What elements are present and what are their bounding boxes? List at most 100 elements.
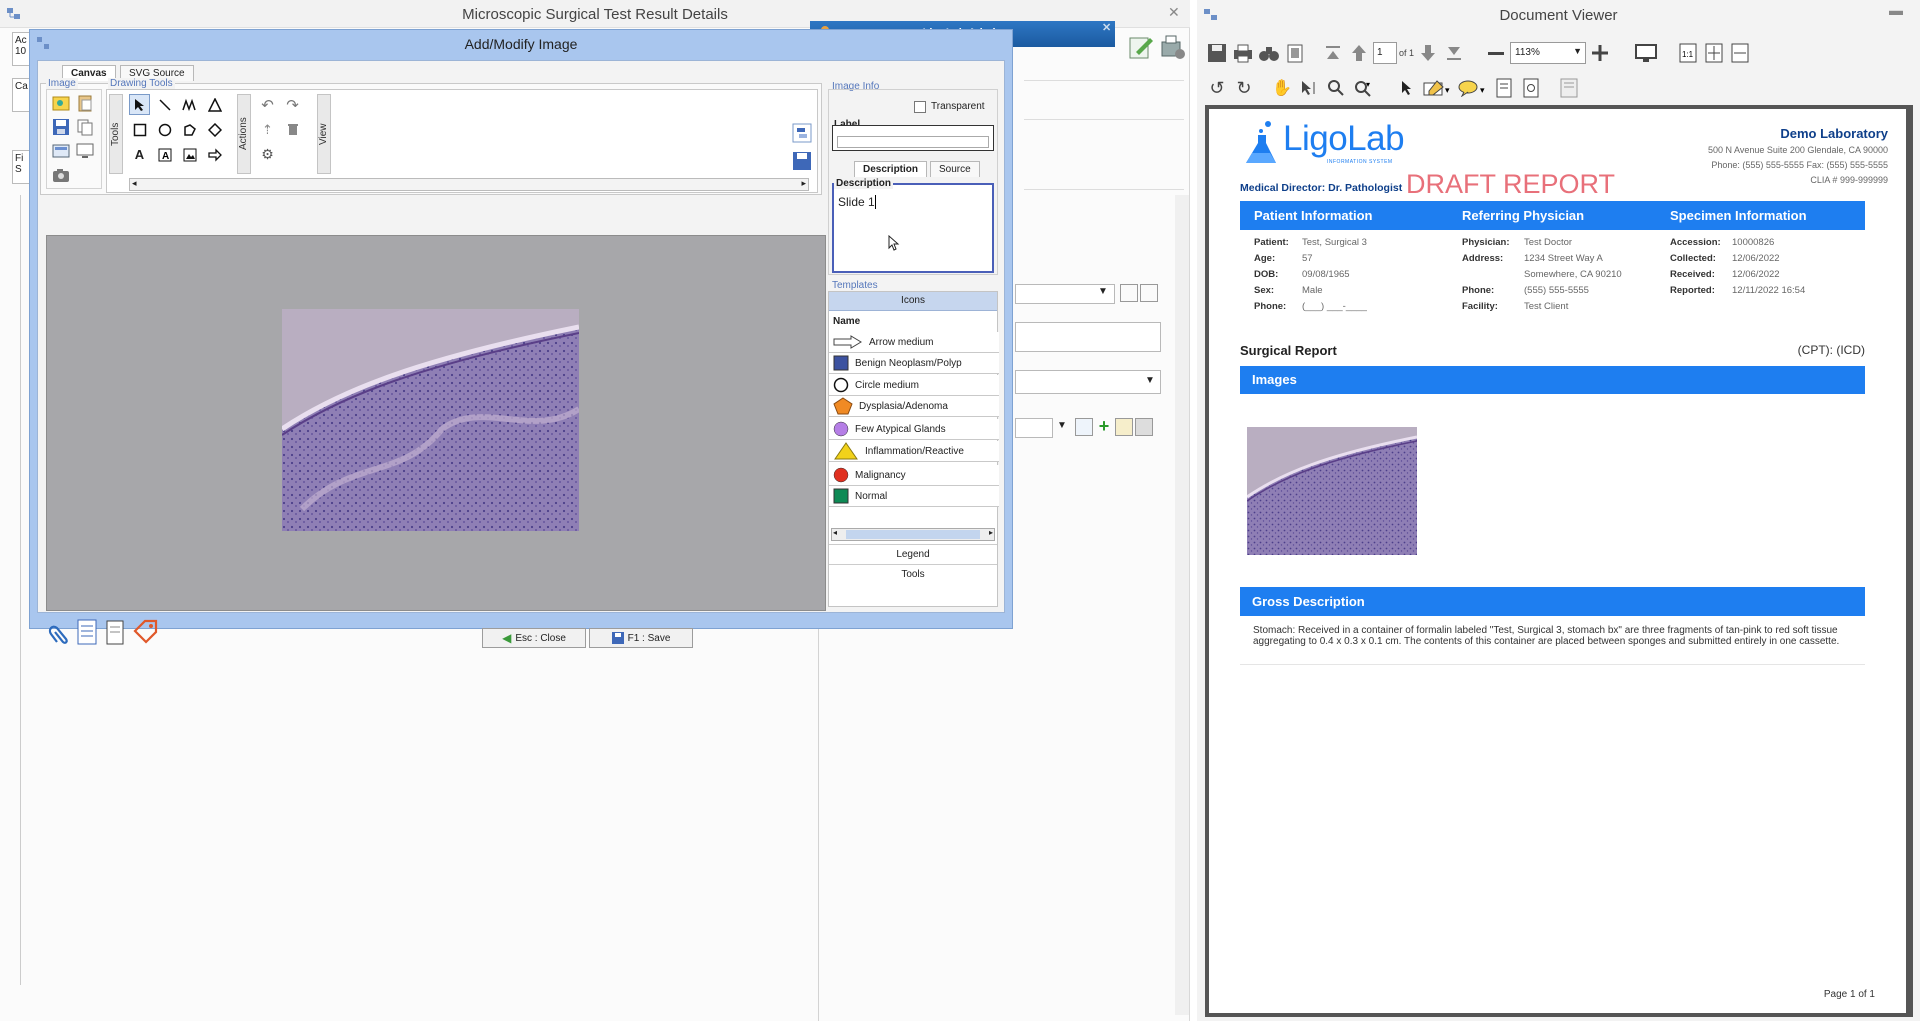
save-icon[interactable] [52,118,70,136]
triangle-tool-icon[interactable] [204,94,225,115]
rotate-right-icon[interactable]: ↻ [1232,76,1256,100]
actual-size-icon[interactable]: 1:1 [1676,41,1700,65]
template-item[interactable]: Malignancy [829,465,999,486]
diamond-tool-icon[interactable] [204,119,225,140]
bring-forward-icon[interactable]: ⇡ [257,119,278,140]
chevron-down-icon[interactable]: ▼ [1098,286,1108,297]
page-setup-icon[interactable] [1283,41,1307,65]
description-textarea[interactable]: Slide 1 [832,183,994,273]
zoom-select[interactable]: 113% ▼ [1510,42,1587,64]
minimize-icon[interactable]: ▬ [1889,2,1903,18]
page-thumbnails-icon[interactable] [1492,76,1516,100]
save-button[interactable]: F1 : Save [589,628,693,648]
find-binoculars-icon[interactable] [1257,41,1281,65]
scroll-right-icon[interactable]: ▸ [801,178,806,189]
tab-description[interactable]: Description [854,161,928,177]
zoom-in-icon[interactable] [1588,41,1612,65]
close-button[interactable]: ◀ Esc : Close [482,628,586,648]
fit-page-icon[interactable] [1702,41,1726,65]
full-screen-icon[interactable] [1634,41,1658,65]
next-page-icon[interactable] [1416,41,1440,65]
chevron-down-icon[interactable]: ▼ [1145,375,1155,386]
line-tool-icon[interactable] [154,94,175,115]
edit-icon[interactable] [1128,34,1154,60]
print-settings-icon[interactable] [1158,34,1186,60]
ellipse-tool-icon[interactable] [154,119,175,140]
last-page-icon[interactable] [1442,41,1466,65]
calendar-icon[interactable] [1075,418,1093,436]
report-slide-thumbnail[interactable] [1247,427,1417,555]
open-image-icon[interactable] [52,94,70,112]
add-icon[interactable]: + [1095,417,1113,436]
save-small-icon[interactable] [792,151,812,171]
template-item[interactable]: Inflammation/Reactive [829,441,999,462]
pointer-tool-icon[interactable] [129,94,150,115]
calendar-icon[interactable] [1120,284,1138,302]
template-item[interactable]: Arrow medium [829,332,999,353]
report-page[interactable]: LigoLab INFORMATION SYSTEM Demo Laborato… [1209,109,1906,1013]
settings-gear-icon[interactable]: ⚙ [257,144,278,165]
scrollbar[interactable] [1175,195,1189,1015]
zoom-out-icon[interactable] [1484,41,1508,65]
annotate-text-icon[interactable]: ▾ [1422,76,1454,100]
edit-small-icon[interactable] [1140,284,1158,302]
horizontal-scrollbar[interactable]: ◂ ▸ [129,178,809,191]
marquee-zoom-icon[interactable]: ▾ [1351,76,1375,100]
polygon-tool-icon[interactable] [179,119,200,140]
icons-header[interactable]: Icons [829,292,997,311]
image-tool-icon[interactable] [179,144,200,165]
first-page-icon[interactable] [1321,41,1345,65]
redo-icon[interactable]: ↷ [282,94,303,115]
page-number-input[interactable]: 1 [1373,42,1397,64]
bookmarks-icon[interactable] [1557,76,1581,100]
template-item[interactable]: Circle medium [829,375,999,396]
layers-icon[interactable] [792,123,812,143]
rectangle-tool-icon[interactable] [129,119,150,140]
document-list-icon[interactable] [76,619,98,645]
pointer-icon[interactable] [1395,76,1419,100]
copy-icon[interactable] [76,118,94,136]
previous-page-icon[interactable] [1347,41,1371,65]
attach-icon[interactable] [1115,418,1133,436]
rotate-left-icon[interactable]: ↺ [1205,76,1229,100]
comment-icon[interactable]: ▾ [1457,76,1489,100]
legend-button[interactable]: Legend [829,544,997,563]
scroll-left-icon[interactable]: ◂ [132,178,137,189]
search-document-icon[interactable] [1519,76,1543,100]
select-text-icon[interactable] [1297,76,1321,100]
close-icon[interactable]: ✕ [1102,21,1111,34]
scroll-left-icon[interactable]: ◂ [833,528,837,537]
text-tool-icon[interactable]: A [129,144,150,165]
scan-icon[interactable] [52,142,70,160]
save-icon[interactable] [1205,41,1229,65]
bg-input[interactable] [1015,322,1161,352]
template-item[interactable]: Dysplasia/Adenoma [829,396,999,417]
camera-icon[interactable] [1135,418,1153,436]
hand-tool-icon[interactable]: ✋ [1270,76,1294,100]
delete-icon[interactable] [282,119,303,140]
notebook-icon[interactable] [104,619,126,645]
tab-source[interactable]: Source [930,161,980,177]
template-item[interactable]: Few Atypical Glands [829,419,999,440]
paste-icon[interactable] [76,94,94,112]
fit-width-icon[interactable] [1728,41,1752,65]
freehand-tool-icon[interactable] [179,94,200,115]
bg-input[interactable] [1015,418,1053,438]
tag-icon[interactable] [132,618,160,646]
close-icon[interactable]: ✕ [1168,4,1180,21]
scroll-right-icon[interactable]: ▸ [989,528,993,537]
template-item[interactable]: Benign Neoplasm/Polyp [829,353,999,374]
template-item[interactable]: Normal [829,486,999,507]
undo-icon[interactable]: ↶ [257,94,278,115]
bg-select[interactable] [1015,370,1161,394]
tools-button[interactable]: Tools [829,564,997,583]
camera-icon[interactable] [52,166,70,184]
text-box-tool-icon[interactable]: A [154,144,175,165]
zoom-tool-icon[interactable] [1324,76,1348,100]
horizontal-scrollbar[interactable]: ◂ ▸ [831,528,995,541]
transparent-checkbox[interactable] [914,101,926,113]
screen-capture-icon[interactable] [76,142,94,160]
chevron-down-icon[interactable]: ▼ [1057,420,1067,431]
print-icon[interactable] [1231,41,1255,65]
scrollbar-thumb[interactable] [846,530,980,539]
